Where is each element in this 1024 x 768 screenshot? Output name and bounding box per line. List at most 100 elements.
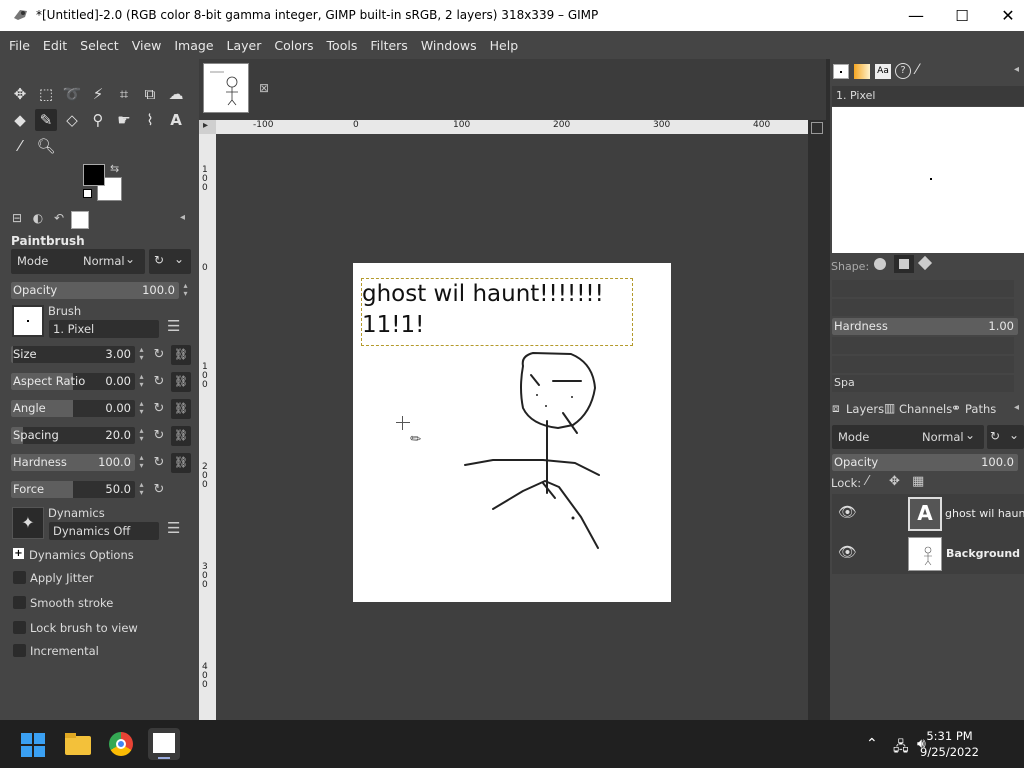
angle-link-icon[interactable]: ⛓ (171, 399, 191, 419)
menu-filters[interactable]: Filters (370, 38, 407, 53)
menu-edit[interactable]: Edit (43, 38, 67, 53)
layer-row-background[interactable]: 👁︎ Background (832, 534, 1024, 574)
clone-tool-icon[interactable]: ⚲ (87, 109, 109, 131)
aspect-spin[interactable]: ▴ ▾ (137, 373, 146, 390)
dock-menu-icon[interactable]: ◂ (1014, 402, 1019, 413)
menu-view[interactable]: View (132, 38, 162, 53)
aspect-ratio-slider[interactable]: Aspect Ratio 0.00 (11, 373, 135, 390)
minimize-button[interactable]: — (893, 0, 939, 31)
spacing-reset-icon[interactable]: ↻ (151, 428, 167, 444)
clock[interactable]: 5:31 PM 9/25/2022 (920, 728, 979, 760)
brush-hardness-slider[interactable]: Hardness 1.00 (832, 318, 1018, 335)
size-link-icon[interactable]: ⛓ (171, 345, 191, 365)
size-reset-icon[interactable]: ↻ (151, 347, 167, 363)
lock-pixels-icon[interactable]: ⁄ (866, 474, 868, 489)
size-spin[interactable]: ▴ ▾ (137, 346, 146, 363)
layer-row-text[interactable]: 👁︎ A ghost wil haunt! (832, 494, 1024, 534)
tool-options-tab-icon[interactable]: ⊟ (8, 211, 26, 229)
circle-shape-icon[interactable] (874, 258, 886, 270)
force-spin[interactable]: ▴ ▾ (137, 481, 146, 498)
hardness-slider[interactable]: Hardness 100.0 (11, 454, 135, 471)
channels-tab[interactable]: ▥ Channels (884, 400, 952, 418)
paths-tab[interactable]: ⚭ Paths (951, 400, 1001, 418)
ruler-corner[interactable]: ▸ (199, 120, 216, 134)
undo-history-tab-icon[interactable]: ↶ (50, 211, 68, 229)
chrome-icon[interactable] (105, 728, 137, 760)
square-shape-button[interactable] (894, 255, 914, 273)
fuzzy-select-tool-icon[interactable]: ⚡ (87, 83, 109, 105)
color-picker-tool-icon[interactable]: ⁄ (9, 135, 31, 157)
lock-alpha-icon[interactable]: ▦ (912, 474, 924, 489)
paintbrush-tool-icon[interactable]: ✎ (35, 109, 57, 131)
eye-icon[interactable]: 👁︎ (838, 543, 857, 561)
default-colors-icon[interactable] (83, 189, 92, 198)
apply-jitter-checkbox[interactable] (13, 571, 26, 584)
spacing-spin[interactable]: ▴ ▾ (137, 427, 146, 444)
zoom-tool-icon[interactable]: 🔍︎ (35, 135, 57, 157)
brush-name-field[interactable]: 1. Pixel (49, 320, 159, 338)
maximize-button[interactable]: ☐ (939, 0, 985, 31)
images-tab-icon[interactable] (71, 211, 89, 229)
transform-tool-icon[interactable]: ⧉ (139, 83, 161, 105)
navigate-icon[interactable] (811, 122, 823, 134)
angle-spin[interactable]: ▴ ▾ (137, 400, 146, 417)
image-tab-thumbnail[interactable] (203, 63, 249, 113)
lock-position-icon[interactable]: ✥ (889, 474, 900, 489)
menu-file[interactable]: File (9, 38, 30, 53)
dynamics-icon[interactable]: ✦ (12, 507, 44, 539)
brushes-tab-icon[interactable] (833, 64, 849, 79)
angle-slider[interactable]: Angle 0.00 (11, 400, 135, 417)
menu-image[interactable]: Image (174, 38, 213, 53)
warp-tool-icon[interactable]: ☁ (165, 83, 187, 105)
spacing-slider[interactable]: Spa (832, 375, 1014, 392)
edit-brush-icon[interactable]: ☰ (167, 317, 180, 335)
layer-mode-reset-button[interactable]: ↻ ⌄ (987, 425, 1024, 449)
brush-preview-area[interactable] (832, 107, 1024, 253)
layer-mode-select[interactable]: Mode Normal ⌄ (832, 425, 984, 449)
menu-layer[interactable]: Layer (227, 38, 262, 53)
image-canvas[interactable]: ghost wil haunt!!!!!!! 11!1! (353, 263, 671, 602)
windows-start-icon[interactable] (18, 728, 50, 760)
force-slider[interactable]: Force 50.0 (11, 481, 135, 498)
lock-brush-checkbox[interactable] (13, 621, 26, 634)
gimp-taskbar-icon[interactable] (148, 728, 180, 760)
mode-select[interactable]: Mode Normal ⌄ (11, 249, 145, 274)
chevron-up-icon[interactable]: ⌃ (866, 736, 878, 752)
dock-menu-icon[interactable]: ◂ (1014, 64, 1019, 75)
diamond-shape-icon[interactable] (917, 255, 933, 271)
move-tool-icon[interactable]: ✥ (9, 83, 31, 105)
expand-plus-icon[interactable]: + (13, 548, 24, 559)
dock-menu-icon[interactable]: ◂ (180, 212, 185, 223)
incremental-checkbox[interactable] (13, 644, 26, 657)
rect-select-tool-icon[interactable]: ⬚ (35, 83, 57, 105)
edit-dynamics-icon[interactable]: ☰ (167, 519, 180, 537)
aspect-link-icon[interactable]: ⛓ (171, 372, 191, 392)
hardness-spin[interactable]: ▴ ▾ (137, 454, 146, 471)
force-reset-icon[interactable]: ↻ (151, 482, 167, 498)
crop-tool-icon[interactable]: ⌗ (113, 83, 135, 105)
hardness-link-icon[interactable]: ⛓ (171, 453, 191, 473)
vertical-scrollbar[interactable] (808, 120, 826, 720)
menu-select[interactable]: Select (80, 38, 119, 53)
opacity-slider[interactable]: Opacity 100.0 (11, 282, 179, 299)
bucket-fill-tool-icon[interactable]: ◆ (9, 109, 31, 131)
menu-tools[interactable]: Tools (327, 38, 358, 53)
paintbrush-tab-icon[interactable]: ⁄ (916, 62, 918, 78)
menu-help[interactable]: Help (490, 38, 519, 53)
fonts-tab-icon[interactable]: Aa (875, 64, 891, 79)
angle-reset-icon[interactable]: ↻ (151, 401, 167, 417)
close-tab-icon[interactable]: ⊠ (259, 81, 269, 95)
layer-opacity-slider[interactable]: Opacity 100.0 (832, 454, 1018, 471)
opacity-spin[interactable]: ▴ ▾ (181, 282, 190, 299)
network-icon[interactable]: 🖧︎ (893, 736, 909, 760)
menu-windows[interactable]: Windows (421, 38, 477, 53)
foreground-color-swatch[interactable] (83, 164, 105, 186)
size-slider[interactable]: Size 3.00 (11, 346, 135, 363)
hardness-reset-icon[interactable]: ↻ (151, 455, 167, 471)
swap-colors-icon[interactable]: ⇆ (110, 162, 119, 175)
file-explorer-icon[interactable] (62, 728, 94, 760)
smudge-tool-icon[interactable]: ☛ (113, 109, 135, 131)
lasso-tool-icon[interactable]: ➰ (61, 83, 83, 105)
text-tool-icon[interactable]: A (165, 109, 187, 131)
menu-colors[interactable]: Colors (274, 38, 313, 53)
